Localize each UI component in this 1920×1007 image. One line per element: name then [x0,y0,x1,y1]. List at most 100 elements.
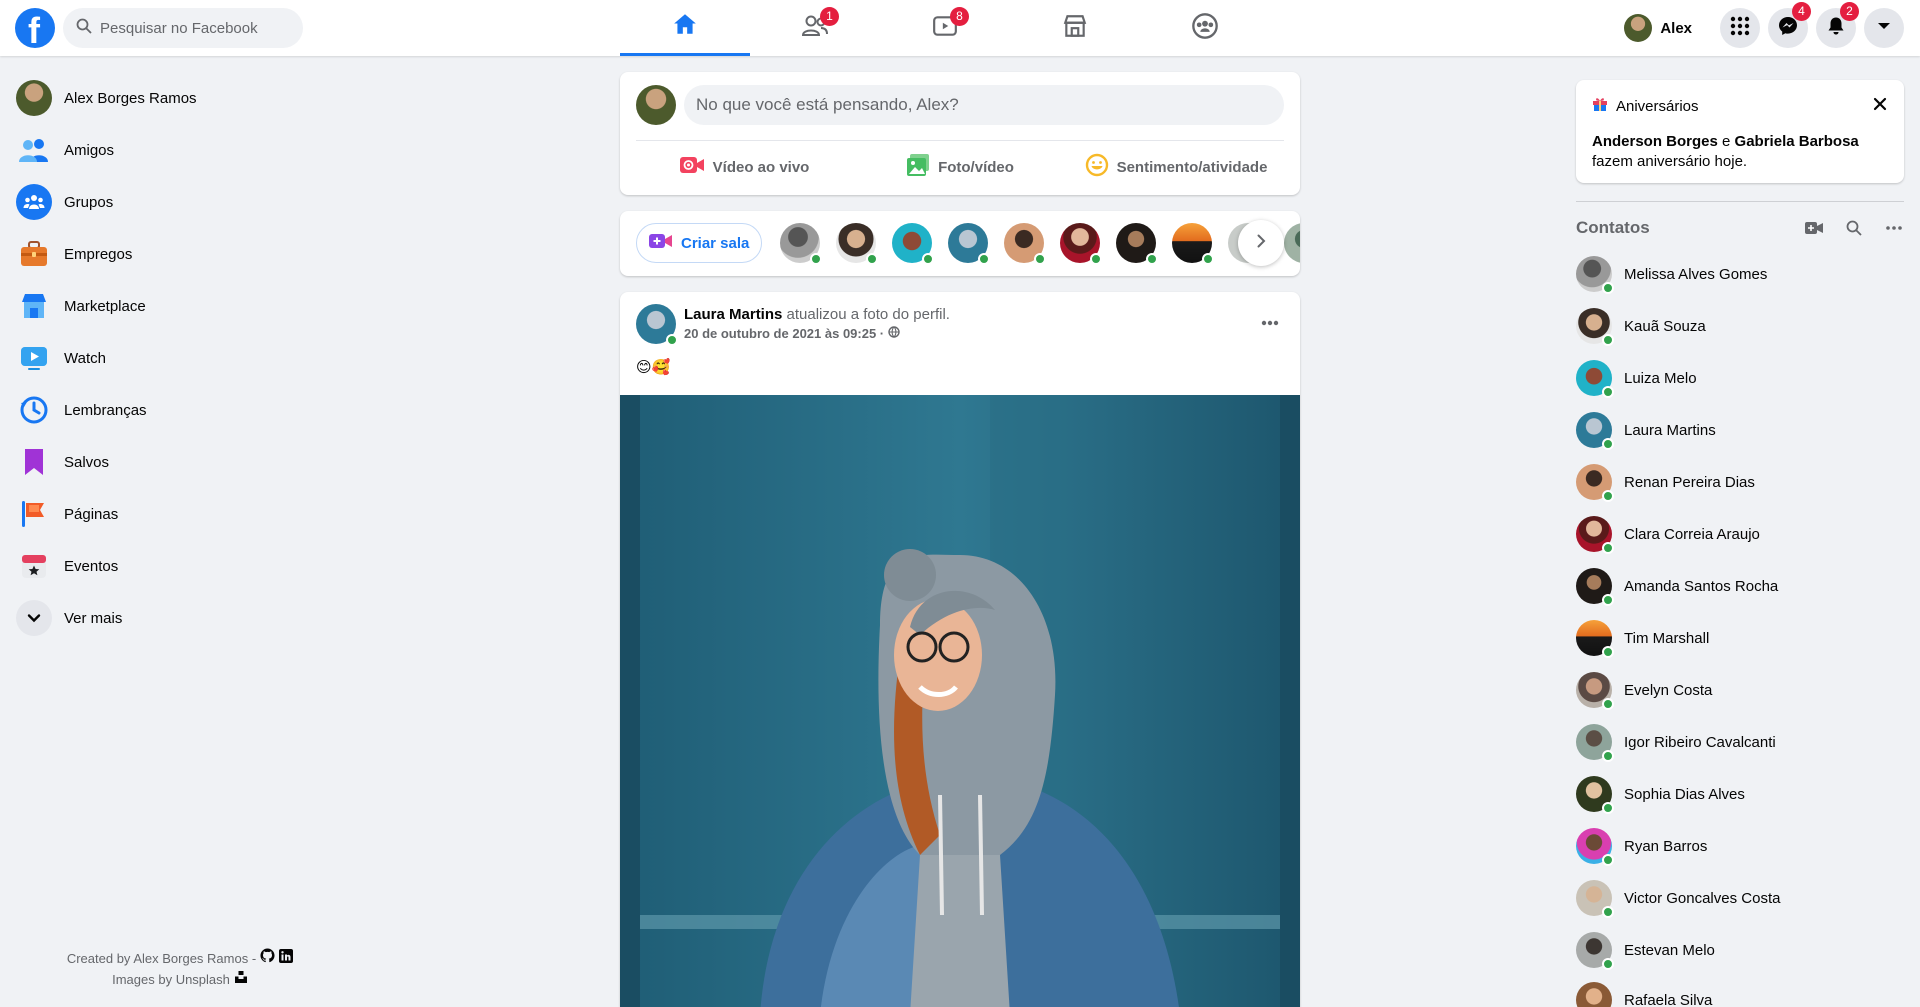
post-photo[interactable] [620,395,1300,1007]
composer-divider [636,140,1284,141]
room-avatar[interactable] [780,223,822,265]
account-button[interactable] [1864,8,1904,48]
room-avatar[interactable] [1060,223,1102,265]
sidebar-item-label: Salvos [64,453,110,471]
room-avatar[interactable] [948,223,990,265]
profile-chip[interactable]: Alex [1620,10,1704,46]
room-avatar[interactable] [892,223,934,265]
contact-name: Laura Martins [1624,421,1716,439]
more-icon[interactable] [1882,216,1906,240]
online-indicator [810,253,822,265]
groups-icon [16,184,52,220]
feeling-activity-button[interactable]: Sentimento/atividade [1068,146,1284,188]
post-date[interactable]: 20 de outubro de 2021 às 09:25 · [684,326,884,341]
new-room-icon[interactable] [1802,216,1826,240]
sidebar-item-memories[interactable]: Lembranças [8,384,368,436]
notifications-button[interactable]: 2 [1816,2,1859,48]
search-input[interactable] [100,19,290,37]
birthday-person-2[interactable]: Gabriela Barbosa [1735,133,1859,150]
contact-item[interactable]: Estevan Melo [1576,924,1906,976]
left-sidebar: Alex Borges Ramos Amigos Grupos Empregos… [8,72,368,644]
contact-item[interactable]: Clara Correia Araujo [1576,508,1906,560]
online-indicator [1602,594,1614,606]
sidebar-item-jobs[interactable]: Empregos [8,228,368,280]
contact-item[interactable]: Sophia Dias Alves [1576,768,1906,820]
facebook-logo[interactable]: f [15,8,55,51]
avatar [1624,14,1653,42]
contact-item[interactable]: Luiza Melo [1576,352,1906,404]
contact-item[interactable]: Rafaela Silva [1576,976,1906,1007]
photo-video-button[interactable]: Foto/vídeo [852,146,1068,188]
room-avatar[interactable] [836,223,878,265]
chevron-right-icon [1253,233,1269,254]
contact-item[interactable]: Ryan Barros [1576,820,1906,872]
sidebar-item-see-more[interactable]: Ver mais [8,592,368,644]
sidebar-item-groups[interactable]: Grupos [8,176,368,228]
messenger-button[interactable]: 4 [1768,2,1811,48]
room-avatar[interactable] [1004,223,1046,265]
tab-friends[interactable]: 1 [750,0,880,56]
composer-input[interactable]: No que você está pensando, Alex? [684,85,1284,125]
groups-icon [1191,12,1219,45]
briefcase-icon [16,236,52,272]
bookmark-icon [16,444,52,480]
avatar [1576,672,1614,710]
sidebar-item-label: Alex Borges Ramos [64,89,197,107]
avatar [1576,412,1614,450]
contact-item[interactable]: Melissa Alves Gomes [1576,248,1906,300]
sidebar-item-pages[interactable]: Páginas [8,488,368,540]
room-avatar[interactable] [1116,223,1158,265]
contact-item[interactable]: Renan Pereira Dias [1576,456,1906,508]
online-indicator [1146,253,1158,265]
avatar[interactable] [636,304,678,346]
contact-name: Amanda Santos Rocha [1624,577,1779,595]
search-icon[interactable] [1842,216,1866,240]
close-icon [1873,97,1887,116]
contact-item[interactable]: Igor Ribeiro Cavalcanti [1576,716,1906,768]
linkedin-icon[interactable] [279,948,294,969]
contact-name: Renan Pereira Dias [1624,473,1755,491]
tab-groups[interactable] [1140,0,1270,56]
tab-home[interactable] [620,0,750,56]
rooms-next-button[interactable] [1238,220,1284,266]
online-indicator [1090,253,1102,265]
post-options-button[interactable] [1252,304,1288,340]
room-avatar[interactable] [1284,223,1300,263]
contact-name: Melissa Alves Gomes [1624,265,1768,283]
menu-button[interactable] [1720,8,1760,48]
gift-icon [1592,96,1608,116]
contact-item[interactable]: Tim Marshall [1576,612,1906,664]
sidebar-item-events[interactable]: Eventos [8,540,368,592]
contact-item[interactable]: Amanda Santos Rocha [1576,560,1906,612]
right-nav: Alex 4 2 [1620,0,1904,56]
contact-item[interactable]: Evelyn Costa [1576,664,1906,716]
search-box[interactable] [63,8,303,48]
close-button[interactable] [1868,94,1892,118]
post-author[interactable]: Laura Martins [684,306,782,323]
github-icon[interactable] [260,948,275,969]
live-video-label: Vídeo ao vivo [712,158,810,176]
create-room-button[interactable]: Criar sala [636,223,763,263]
post-composer: No que você está pensando, Alex? Vídeo a… [620,72,1300,195]
grid-icon [1730,16,1750,41]
globe-icon [888,326,900,341]
sidebar-item-label: Lembranças [64,401,147,419]
sidebar-item-watch[interactable]: Watch [8,332,368,384]
store-icon [16,288,52,324]
contact-name: Tim Marshall [1624,629,1710,647]
sidebar-item-friends[interactable]: Amigos [8,124,368,176]
birthdays-header: Aniversários [1592,96,1699,116]
contact-item[interactable]: Victor Goncalves Costa [1576,872,1906,924]
tab-marketplace[interactable] [1010,0,1140,56]
unsplash-icon[interactable] [234,969,248,990]
sidebar-item-marketplace[interactable]: Marketplace [8,280,368,332]
contact-item[interactable]: Laura Martins [1576,404,1906,456]
tab-watch[interactable]: 8 [880,0,1010,56]
birthday-person-1[interactable]: Anderson Borges [1592,133,1718,150]
sidebar-item-profile[interactable]: Alex Borges Ramos [8,72,368,124]
sidebar-item-saved[interactable]: Salvos [8,436,368,488]
room-avatar[interactable] [1172,223,1214,265]
live-video-button[interactable]: Vídeo ao vivo [636,146,852,188]
birthdays-text: Anderson Borges e Gabriela Barbosa fazem… [1592,132,1888,172]
contact-item[interactable]: Kauã Souza [1576,300,1906,352]
